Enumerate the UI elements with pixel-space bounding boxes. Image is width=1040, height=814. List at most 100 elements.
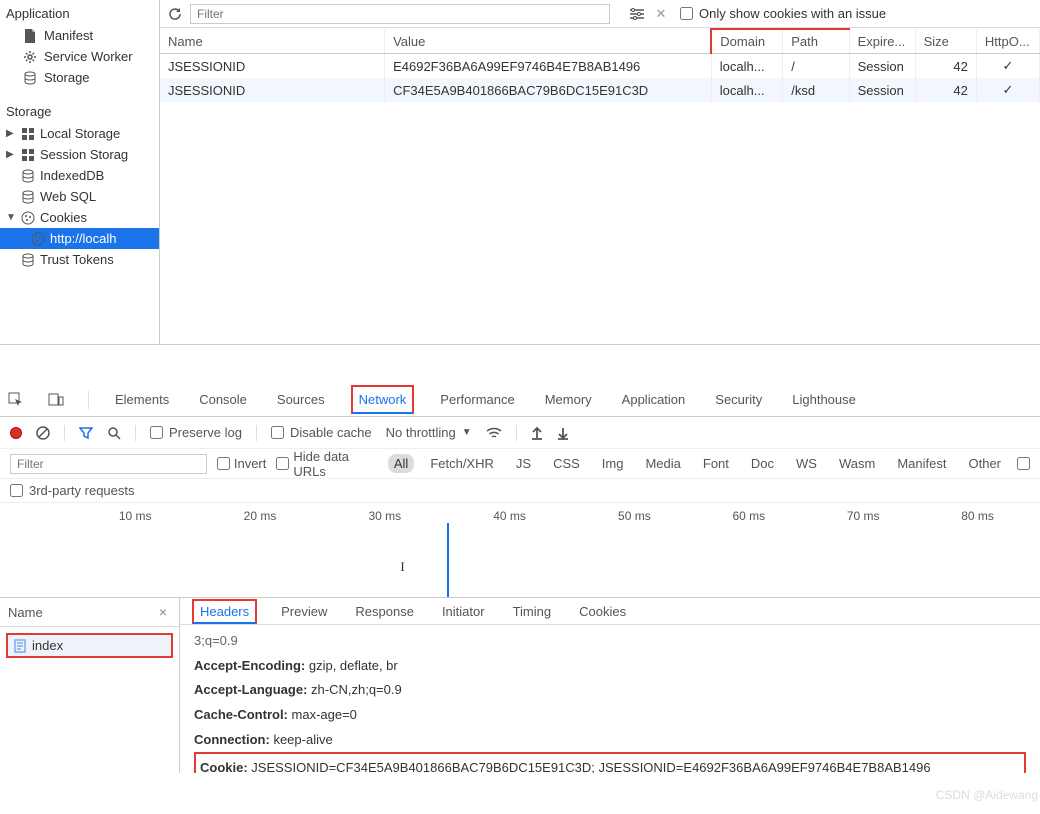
tree-item-local-storage[interactable]: ▶ Local Storage bbox=[0, 123, 159, 144]
dtab-cookies[interactable]: Cookies bbox=[575, 600, 630, 623]
device-icon[interactable] bbox=[48, 392, 66, 408]
request-label: index bbox=[32, 638, 63, 653]
filter-icon[interactable] bbox=[79, 426, 93, 440]
col-size[interactable]: Size bbox=[915, 29, 976, 54]
tree-item-cookies[interactable]: ▼ Cookies bbox=[0, 207, 159, 228]
tree-item-session-storage[interactable]: ▶ Session Storag bbox=[0, 144, 159, 165]
filter-type-js[interactable]: JS bbox=[510, 454, 537, 473]
filter-type-other[interactable]: Other bbox=[962, 454, 1007, 473]
dtab-headers[interactable]: Headers bbox=[192, 599, 257, 624]
filter-type-img[interactable]: Img bbox=[596, 454, 630, 473]
tab-performance[interactable]: Performance bbox=[436, 385, 518, 414]
cookies-filter-input[interactable] bbox=[190, 4, 610, 24]
cell-size: 42 bbox=[915, 54, 976, 79]
sidebar-item-label: Manifest bbox=[44, 28, 93, 43]
table-row[interactable]: JSESSIONID CF34E5A9B401866BAC79B6DC15E91… bbox=[160, 78, 1040, 102]
download-icon[interactable] bbox=[557, 426, 569, 440]
hide-data-urls-checkbox[interactable]: Hide data URLs bbox=[276, 449, 377, 479]
database-icon bbox=[20, 169, 36, 183]
cell-value: E4692F36BA6A99EF9746B4E7B8AB1496 bbox=[385, 54, 712, 79]
col-domain[interactable]: Domain bbox=[711, 29, 782, 54]
record-button[interactable] bbox=[10, 427, 22, 439]
cookie-icon bbox=[30, 232, 46, 246]
col-expires[interactable]: Expire... bbox=[849, 29, 915, 54]
tree-item-websql[interactable]: Web SQL bbox=[0, 186, 159, 207]
gear-icon bbox=[22, 50, 38, 64]
filter-type-media[interactable]: Media bbox=[639, 454, 686, 473]
filter-type-doc[interactable]: Doc bbox=[745, 454, 780, 473]
cell-domain: localh... bbox=[711, 54, 782, 79]
network-filterbar: Invert Hide data URLs All Fetch/XHR JS C… bbox=[0, 449, 1040, 479]
cell-expires: Session bbox=[849, 78, 915, 102]
tab-network[interactable]: Network bbox=[351, 385, 415, 414]
only-issues-checkbox[interactable]: Only show cookies with an issue bbox=[680, 6, 886, 21]
col-name[interactable]: Name bbox=[160, 29, 385, 54]
table-row[interactable]: JSESSIONID E4692F36BA6A99EF9746B4E7B8AB1… bbox=[160, 54, 1040, 79]
dtab-timing[interactable]: Timing bbox=[509, 600, 556, 623]
database-icon bbox=[22, 71, 38, 85]
dtab-initiator[interactable]: Initiator bbox=[438, 600, 489, 623]
preserve-log-checkbox[interactable]: Preserve log bbox=[150, 425, 242, 440]
search-icon[interactable] bbox=[107, 426, 121, 440]
cell-path: /ksd bbox=[783, 78, 849, 102]
upload-icon[interactable] bbox=[531, 426, 543, 440]
tab-security[interactable]: Security bbox=[711, 385, 766, 414]
invert-checkbox[interactable]: Invert bbox=[217, 456, 267, 471]
dtab-response[interactable]: Response bbox=[351, 600, 418, 623]
filter-type-font[interactable]: Font bbox=[697, 454, 735, 473]
tree-label: Session Storag bbox=[40, 147, 128, 162]
reqlist-header: Name bbox=[8, 605, 43, 620]
filter-type-css[interactable]: CSS bbox=[547, 454, 586, 473]
tab-elements[interactable]: Elements bbox=[111, 385, 173, 414]
only-issues-label: Only show cookies with an issue bbox=[699, 6, 886, 21]
disable-cache-checkbox[interactable]: Disable cache bbox=[271, 425, 372, 440]
filter-settings-icon[interactable] bbox=[628, 5, 646, 23]
cell-name: JSESSIONID bbox=[160, 54, 385, 79]
dtab-preview[interactable]: Preview bbox=[277, 600, 331, 623]
col-httponly[interactable]: HttpO... bbox=[976, 29, 1039, 54]
sidebar-item-manifest[interactable]: Manifest bbox=[0, 25, 159, 46]
filter-type-wasm[interactable]: Wasm bbox=[833, 454, 881, 473]
tree-label: Local Storage bbox=[40, 126, 120, 141]
filter-type-ws[interactable]: WS bbox=[790, 454, 823, 473]
request-item-index[interactable]: index bbox=[6, 633, 173, 658]
filter-type-all[interactable]: All bbox=[388, 454, 414, 473]
tree-label: IndexedDB bbox=[40, 168, 104, 183]
tab-console[interactable]: Console bbox=[195, 385, 251, 414]
network-filter-input[interactable] bbox=[10, 454, 207, 474]
wifi-icon[interactable] bbox=[486, 426, 502, 440]
filter-type-fetch[interactable]: Fetch/XHR bbox=[424, 454, 500, 473]
blocked-cookies-checkbox[interactable] bbox=[1017, 457, 1030, 470]
tab-application[interactable]: Application bbox=[618, 385, 690, 414]
tab-sources[interactable]: Sources bbox=[273, 385, 329, 414]
tree-item-indexeddb[interactable]: IndexedDB bbox=[0, 165, 159, 186]
header-line-cookie: Cookie: JSESSIONID=CF34E5A9B401866BAC79B… bbox=[194, 752, 1026, 773]
tree-item-trust-tokens[interactable]: Trust Tokens bbox=[0, 249, 159, 270]
third-party-row[interactable]: 3rd-party requests bbox=[0, 479, 1040, 503]
grid-icon bbox=[20, 149, 36, 161]
throttling-select[interactable]: No throttling ▼ bbox=[386, 425, 472, 440]
cell-path: / bbox=[783, 54, 849, 79]
close-icon[interactable]: × bbox=[159, 604, 167, 620]
clear-icon[interactable]: ✕ bbox=[652, 5, 670, 23]
stop-icon[interactable] bbox=[36, 426, 50, 440]
devtools-tabs: Elements Console Sources Network Perform… bbox=[0, 383, 1040, 417]
storage-heading: Storage bbox=[0, 102, 159, 121]
col-value[interactable]: Value bbox=[385, 29, 712, 54]
sidebar-item-label: Storage bbox=[44, 70, 90, 85]
filter-type-manifest[interactable]: Manifest bbox=[891, 454, 952, 473]
cookie-icon bbox=[20, 211, 36, 225]
col-path[interactable]: Path bbox=[783, 29, 849, 54]
sidebar-item-storage[interactable]: Storage bbox=[0, 67, 159, 88]
sidebar-item-service-worker[interactable]: Service Worker bbox=[0, 46, 159, 67]
request-list: Name × index bbox=[0, 598, 180, 773]
timeline-cursor[interactable] bbox=[447, 523, 449, 597]
timeline[interactable]: 10 ms 20 ms 30 ms 40 ms 50 ms 60 ms 70 m… bbox=[0, 503, 1040, 598]
inspect-icon[interactable] bbox=[8, 392, 26, 408]
cell-size: 42 bbox=[915, 78, 976, 102]
tab-lighthouse[interactable]: Lighthouse bbox=[788, 385, 860, 414]
tab-memory[interactable]: Memory bbox=[541, 385, 596, 414]
refresh-icon[interactable] bbox=[166, 5, 184, 23]
caret-icon: ▶ bbox=[6, 149, 18, 160]
cookie-origin[interactable]: http://localh bbox=[0, 228, 159, 249]
